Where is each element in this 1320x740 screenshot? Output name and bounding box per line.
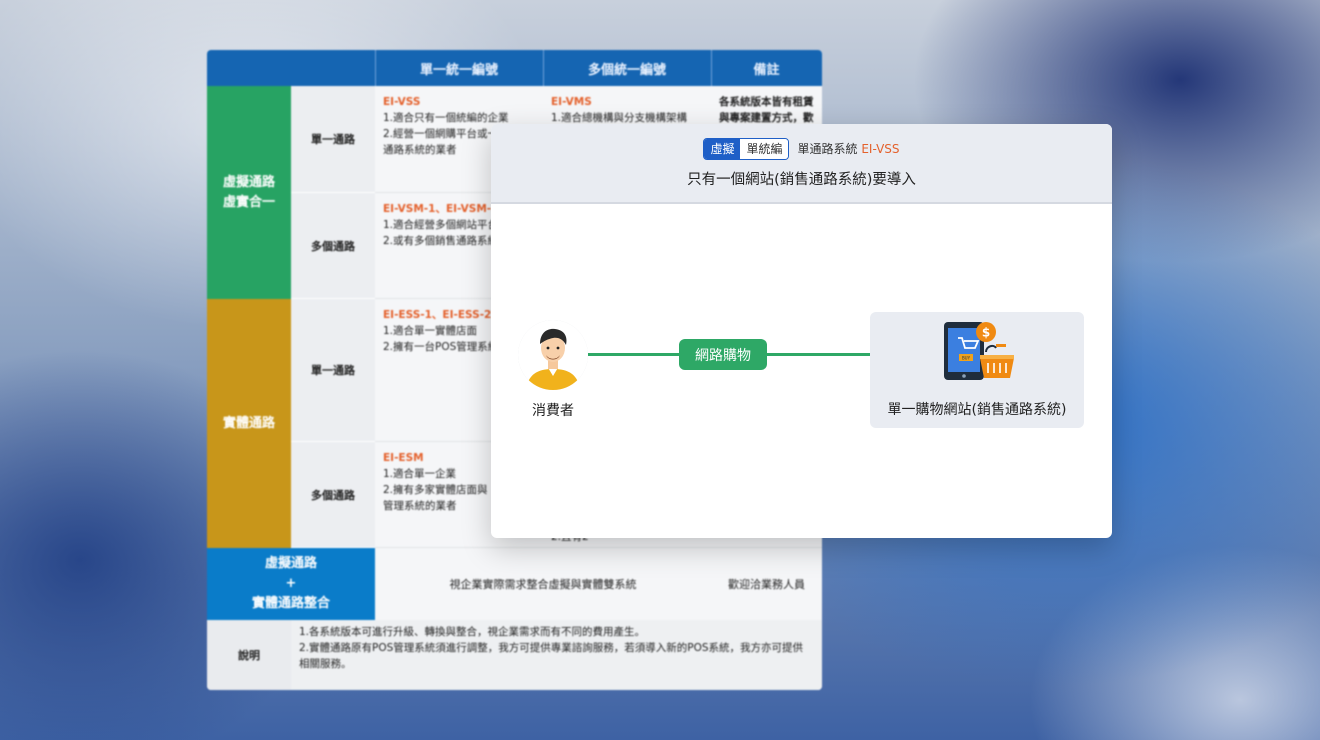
tablet-shopping-basket-icon: BUY $ [944, 322, 1014, 380]
group-note: 說明 [207, 620, 291, 690]
sub-multi-channel: 多個通路 [291, 193, 375, 299]
flow-label: 網路購物 [679, 339, 767, 370]
store-label: 單一購物網站(銷售通路系統) [887, 402, 1067, 418]
notes-text: 1.各系統版本可進行升級、轉換與整合，視企業需求而有不同的費用產生。 2.實體通… [291, 620, 822, 690]
plan-detail-card: 虛擬 單統編 單通路系統 EI-VSS 只有一個網站(銷售通路系統)要導入 消費… [491, 124, 1112, 538]
toggle-single-id[interactable]: 單統編 [740, 138, 789, 159]
card-header-row: 虛擬 單統編 單通路系統 EI-VSS [703, 137, 900, 160]
header-single-id: 單一統一編號 [419, 62, 498, 78]
person-avatar-icon [518, 320, 588, 390]
toggle-virtual[interactable]: 虛擬 [704, 138, 741, 159]
store-node: BUY $ 單一購物網站(銷售通路系統) [870, 312, 1084, 428]
sub-multi-channel: 多個通路 [291, 442, 375, 548]
header-divider [375, 50, 376, 86]
mode-toggle[interactable]: 虛擬 單統編 [703, 137, 790, 160]
consumer-label: 消費者 [532, 403, 574, 419]
group-virtual: 虛擬通路 虛實合一 [207, 86, 291, 299]
system-label: 單通路系統 EI-VSS [797, 142, 900, 156]
group-physical: 實體通路 [207, 299, 291, 548]
header-multi-id: 多個統一編號 [587, 62, 666, 78]
header-divider [543, 50, 544, 86]
card-header: 虛擬 單統編 單通路系統 EI-VSS 只有一個網站(銷售通路系統)要導入 [491, 124, 1112, 204]
group-integrated: 虛擬通路 + 實體通路整合 [207, 548, 375, 620]
header-divider [711, 50, 712, 86]
header-remarks: 備註 [753, 62, 780, 78]
system-code: EI-VSS [861, 142, 900, 156]
svg-text:$: $ [982, 326, 990, 340]
consumer-avatar-icon [518, 320, 588, 390]
sub-single-channel: 單一通路 [291, 86, 375, 193]
integrated-text: 視企業實際需求整合虛擬與實體雙系統 [375, 548, 711, 620]
card-title: 只有一個網站(銷售通路系統)要導入 [687, 171, 916, 188]
integrated-note: 歡迎洽業務人員 [711, 548, 822, 620]
svg-text:BUY: BUY [962, 356, 971, 361]
sub-single-channel: 單一通路 [291, 299, 375, 442]
